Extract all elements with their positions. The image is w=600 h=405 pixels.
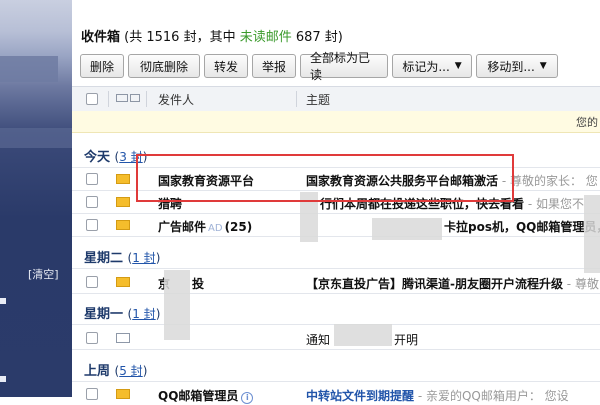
sidebar-marker [0,376,6,382]
folder-count-prefix: (共 1516 封，其中 [120,30,240,45]
report-button[interactable]: 举报 [252,54,296,78]
preview-text: - 亲爱的QQ邮箱用户： 您设 [414,389,569,403]
move-to-label: 移动到... [487,59,535,74]
mark-as-dropdown[interactable]: 标记为... ▼ [392,54,472,78]
preview-text: - 尊敬 [562,277,599,291]
mail-subject: 【京东直投广告】腾讯渠道-朋友圈开户流程升级 - 尊敬 [306,275,599,292]
folder-count-suffix: 687 封) [291,30,343,45]
unread-count: (25) [224,220,253,234]
sidebar: [清空] [0,0,72,397]
divider [72,381,600,382]
unread-link[interactable]: 未读邮件 [240,30,292,45]
group-label: 星期二 [84,251,124,266]
subject-column-header[interactable]: 主题 [306,91,330,108]
toolbar: 删除 彻底删除 转发 举报 全部标为已读 标记为... ▼ 移动到... ▼ [80,51,558,82]
privacy-blur [164,270,190,340]
mail-row[interactable]: 广告邮件 AD (25) 卡拉pos机，QQ邮箱管理员， [72,214,600,236]
forward-label: 转发 [214,59,239,74]
mail-subject: 卡拉pos机，QQ邮箱管理员， [444,220,600,234]
row-checkbox[interactable] [86,388,98,400]
privacy-blur [372,218,442,240]
sender-column-header[interactable]: 发件人 [158,91,194,108]
row-checkbox[interactable] [86,276,98,288]
divider [72,349,600,350]
group-label: 今天 [84,150,111,165]
sender-name: QQ邮箱管理员 i [158,387,254,404]
group-count-link[interactable]: 5 封 [119,364,142,378]
group-count-link[interactable]: 1 封 [132,307,155,321]
row-checkbox[interactable] [86,332,98,344]
delete-permanent-button[interactable]: 彻底删除 [128,54,200,78]
mark-all-read-label: 全部标为已读 [310,51,371,82]
delete-button[interactable]: 删除 [80,54,124,78]
unread-envelope-icon [116,197,130,207]
unread-envelope-icon [116,174,130,184]
select-all-checkbox[interactable] [86,93,98,105]
column-divider [146,91,147,107]
notice-bar: 您的 [72,111,600,133]
group-label: 星期一 [84,307,124,322]
sender-name: 广告邮件 AD (25) [158,218,252,235]
mark-all-read-button[interactable]: 全部标为已读 [300,51,388,82]
sender-name-end: 投 [192,277,205,291]
list-header: 发件人 主题 [72,86,600,112]
mark-as-label: 标记为... [402,59,450,74]
sidebar-folder-item-selected[interactable] [0,128,72,148]
subject-text: 【京东直投广告】腾讯渠道-朋友圈开户流程升级 [306,277,563,291]
group-header: 星期一 (1 封) [84,307,161,322]
sender-text: 广告邮件 [158,220,207,234]
group-label: 上周 [84,364,111,379]
group-count-link[interactable]: 1 封 [132,251,155,265]
move-to-dropdown[interactable]: 移动到... ▼ [476,54,558,78]
highlight-box [136,154,514,202]
mail-subject: 通知 [306,333,331,347]
ad-badge: AD [208,223,223,234]
divider [72,236,600,237]
mail-row[interactable]: QQ邮箱管理员 i 中转站文件到期提醒 - 亲爱的QQ邮箱用户： 您设 [72,383,600,405]
divider [72,293,600,294]
delete-label: 删除 [90,59,115,74]
preview-text: - 如果您不 [524,197,584,211]
envelope-icon [116,94,128,102]
chevron-down-icon: ▼ [539,61,547,71]
privacy-blur [584,195,600,273]
read-envelope-icon [116,333,130,343]
notice-text: 您的 [576,116,598,129]
subject-text: 中转站文件到期提醒 [306,389,415,403]
mail-subject-end: 开明 [394,333,419,347]
unread-envelope-icon [116,220,130,230]
group-header: 上周 (5 封) [84,364,148,379]
attachment-icon [130,94,140,102]
sidebar-marker [0,298,6,304]
row-checkbox[interactable] [86,173,98,185]
forward-button[interactable]: 转发 [204,54,248,78]
divider [72,268,600,269]
privacy-blur [334,324,392,346]
folder-title: 收件箱 (共 1516 封，其中 未读邮件 687 封) [81,26,343,45]
clear-link[interactable]: [清空] [28,266,59,282]
chevron-down-icon: ▼ [454,61,462,71]
row-checkbox[interactable] [86,219,98,231]
group-header: 星期二 (1 封) [84,251,161,266]
unread-envelope-icon [116,389,130,399]
mail-list-panel: 收件箱 (共 1516 封，其中 未读邮件 687 封) 删除 彻底删除 转发 … [72,0,600,404]
column-divider [108,91,109,107]
mail-subject: 中转站文件到期提醒 - 亲爱的QQ邮箱用户： 您设 [306,387,569,404]
report-label: 举报 [262,59,287,74]
sidebar-folder-item[interactable] [0,56,58,82]
delete-permanent-label: 彻底删除 [139,59,188,74]
folder-name: 收件箱 [81,30,121,45]
unread-envelope-icon [116,277,130,287]
mail-row[interactable]: 京 投 【京东直投广告】腾讯渠道-朋友圈开户流程升级 - 尊敬 [72,271,600,293]
row-checkbox[interactable] [86,196,98,208]
column-divider [296,91,297,107]
sender-text: QQ邮箱管理员 [158,389,239,403]
verified-icon: i [241,392,254,404]
